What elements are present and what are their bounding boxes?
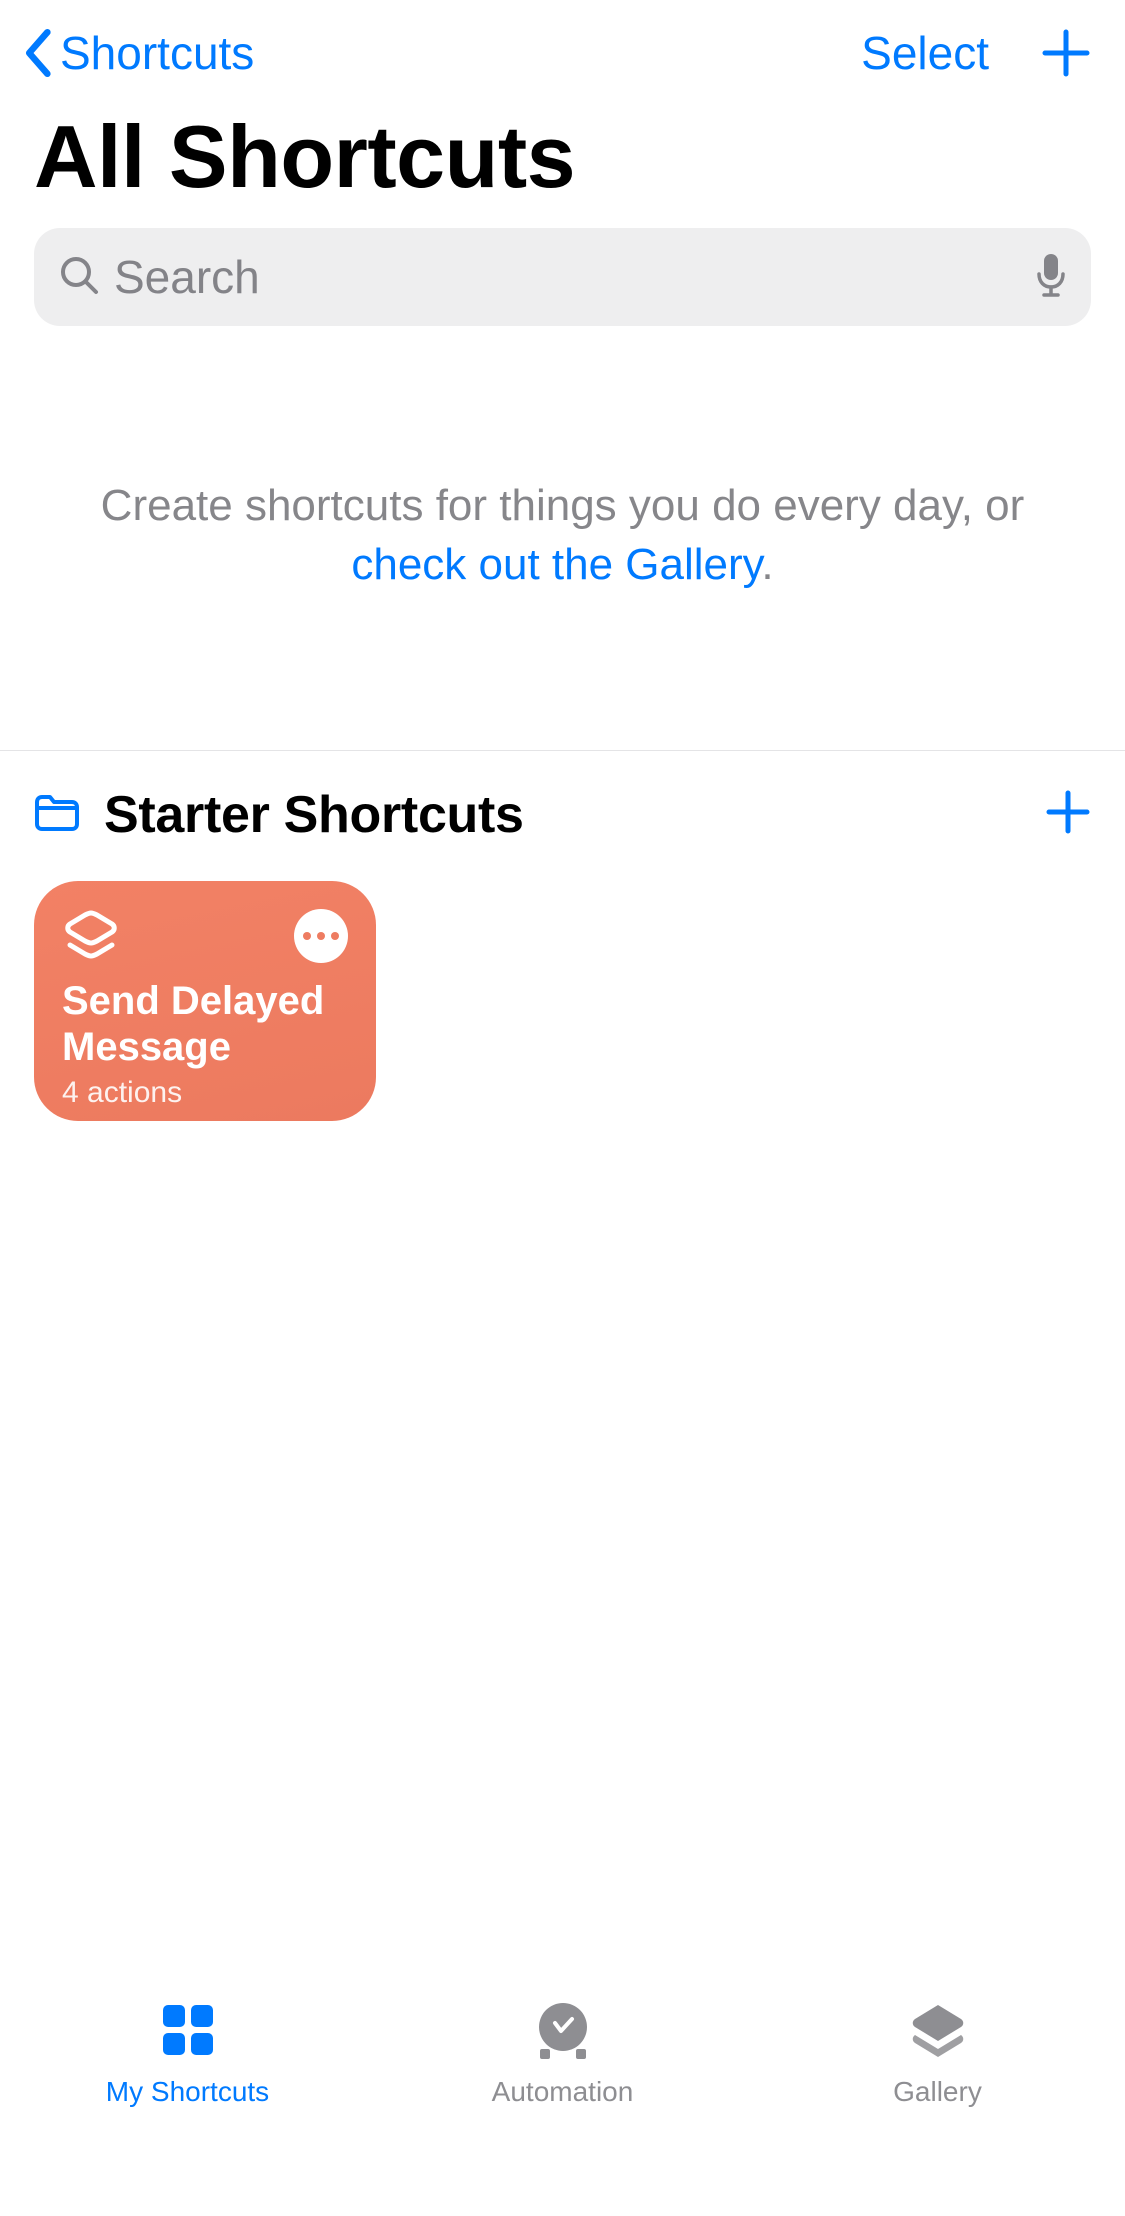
gallery-link[interactable]: check out the Gallery: [351, 540, 761, 589]
tab-label: Automation: [492, 2076, 634, 2108]
back-label: Shortcuts: [60, 26, 254, 80]
tab-bar: My Shortcuts Automation Gallery: [0, 1978, 1125, 2216]
tab-gallery[interactable]: Gallery: [808, 1996, 1068, 2108]
search-bar[interactable]: [34, 228, 1091, 326]
grid-icon: [159, 1996, 217, 2064]
shortcut-subtitle: 4 actions: [62, 1076, 348, 1110]
plus-icon: [1045, 789, 1091, 835]
folder-icon: [34, 792, 80, 837]
shortcut-card[interactable]: Send Delayed Message 4 actions: [34, 881, 376, 1121]
tab-label: My Shortcuts: [106, 2076, 269, 2108]
tab-automation[interactable]: Automation: [433, 1996, 693, 2108]
microphone-icon[interactable]: [1035, 252, 1067, 303]
chevron-left-icon: [20, 27, 54, 79]
select-button[interactable]: Select: [861, 26, 989, 80]
shortcut-menu-button[interactable]: [294, 909, 348, 963]
add-shortcut-button[interactable]: [1041, 28, 1091, 78]
add-to-section-button[interactable]: [1045, 789, 1091, 840]
navigation-bar: Shortcuts Select: [0, 0, 1125, 100]
empty-state: Create shortcuts for things you do every…: [0, 326, 1125, 595]
search-input[interactable]: [114, 250, 1021, 304]
shortcut-title: Send Delayed Message: [62, 978, 348, 1070]
page-title: All Shortcuts: [0, 100, 1125, 228]
ellipsis-icon: [303, 932, 311, 940]
search-icon: [58, 254, 100, 301]
nav-actions: Select: [861, 26, 1091, 80]
gallery-layers-icon: [907, 1996, 969, 2064]
shortcut-layers-icon: [62, 909, 120, 978]
tab-label: Gallery: [893, 2076, 982, 2108]
automation-icon: [532, 1996, 594, 2064]
shortcuts-grid: Send Delayed Message 4 actions: [0, 845, 1125, 1157]
plus-icon: [1041, 28, 1091, 78]
empty-state-text: Create shortcuts for things you do every…: [50, 476, 1075, 595]
section-header: Starter Shortcuts: [0, 751, 1125, 845]
section-title-group[interactable]: Starter Shortcuts: [34, 785, 524, 845]
tab-my-shortcuts[interactable]: My Shortcuts: [58, 1996, 318, 2108]
back-button[interactable]: Shortcuts: [20, 26, 254, 80]
section-title: Starter Shortcuts: [104, 785, 524, 845]
